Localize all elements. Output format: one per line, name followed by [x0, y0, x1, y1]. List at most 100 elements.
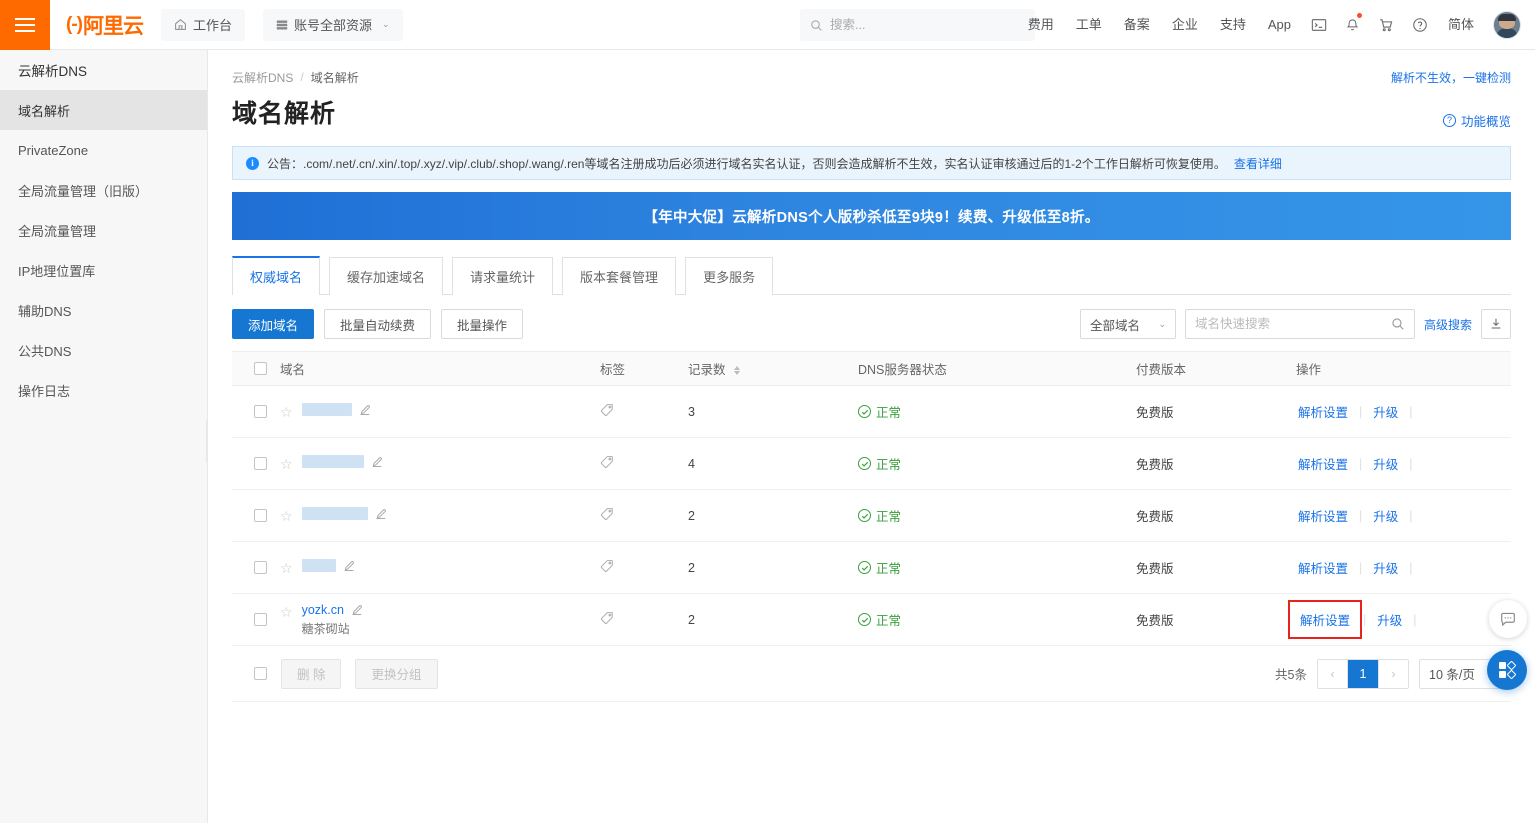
header-records[interactable]: 记录数	[688, 352, 858, 386]
tab-cache-accelerated-domain[interactable]: 缓存加速域名	[329, 257, 443, 295]
title-row: 域名解析 ? 功能概览	[232, 86, 1511, 142]
batch-operation-button[interactable]: 批量操作	[441, 309, 523, 339]
action-divider: |	[1359, 405, 1362, 419]
change-group-button[interactable]: 更换分组	[355, 659, 437, 689]
tab-request-statistics[interactable]: 请求量统计	[452, 257, 553, 295]
row-checkbox[interactable]	[254, 613, 267, 626]
domain-filter-select[interactable]: 全部域名 ⌄	[1080, 309, 1176, 339]
header-right-nav: 费用 工单 备案 企业 支持 App	[1017, 0, 1523, 50]
delete-button[interactable]: 删 除	[281, 659, 341, 689]
row-checkbox[interactable]	[254, 457, 267, 470]
page-size-value: 10 条/页	[1429, 664, 1475, 683]
feature-overview-link[interactable]: ? 功能概览	[1443, 111, 1511, 130]
sidebar-item-ip-geolocation[interactable]: IP地理位置库	[0, 250, 207, 290]
tag-icon[interactable]	[600, 403, 614, 417]
footer-select-all-checkbox[interactable]	[254, 667, 267, 680]
global-search[interactable]	[800, 9, 1035, 41]
app-grid-icon[interactable]	[1487, 650, 1527, 690]
sidebar-item-privatezone[interactable]: PrivateZone	[0, 130, 207, 170]
chat-bubble-icon[interactable]	[1489, 600, 1527, 638]
one-click-detect-link[interactable]: 解析不生效，一键检测	[1391, 69, 1511, 86]
tag-icon[interactable]	[600, 507, 614, 521]
tab-more-services[interactable]: 更多服务	[685, 257, 773, 295]
row-checkbox[interactable]	[254, 509, 267, 522]
resolve-settings-link[interactable]: 解析设置	[1296, 555, 1350, 580]
domain-line	[302, 559, 355, 572]
sidebar-item-domain-resolution[interactable]: 域名解析	[0, 90, 207, 130]
header-link-fee[interactable]: 费用	[1017, 0, 1065, 50]
edit-remark-icon[interactable]	[375, 508, 387, 520]
row-checkbox[interactable]	[254, 561, 267, 574]
header-link-icp[interactable]: 备案	[1113, 0, 1161, 50]
sidebar-item-gtm-legacy[interactable]: 全局流量管理（旧版）	[0, 170, 207, 210]
download-icon[interactable]	[1481, 309, 1511, 339]
upgrade-link[interactable]: 升级	[1371, 555, 1400, 580]
breadcrumb-root[interactable]: 云解析DNS	[232, 69, 293, 86]
resource-selector[interactable]: 账号全部资源 ⌄	[263, 9, 403, 41]
actions-cell: 解析设置|升级|	[1296, 386, 1511, 438]
hamburger-menu-icon[interactable]	[0, 0, 50, 50]
announcement-detail-link[interactable]: 查看详细	[1234, 155, 1282, 172]
tag-icon[interactable]	[600, 559, 614, 573]
resolve-settings-link[interactable]: 解析设置	[1296, 503, 1350, 528]
header-link-enterprise[interactable]: 企业	[1161, 0, 1209, 50]
sidebar-item-operation-log[interactable]: 操作日志	[0, 370, 207, 410]
main-content: 云解析DNS / 域名解析 解析不生效，一键检测 域名解析 ? 功能概览 i 公…	[208, 50, 1535, 823]
resolve-settings-link[interactable]: 解析设置	[1296, 399, 1350, 424]
global-search-input[interactable]	[830, 18, 1025, 32]
upgrade-link[interactable]: 升级	[1371, 451, 1400, 476]
favorite-star-icon[interactable]: ☆	[280, 508, 293, 524]
domain-search-box[interactable]	[1185, 309, 1415, 339]
status-badge: 正常	[858, 558, 1136, 577]
header-link-app[interactable]: App	[1257, 0, 1302, 50]
workbench-button[interactable]: 工作台	[161, 9, 245, 41]
alibaba-cloud-logo[interactable]: (-) 阿里云	[66, 10, 143, 40]
help-icon[interactable]	[1403, 0, 1437, 50]
domain-search-input[interactable]	[1195, 317, 1391, 331]
favorite-star-icon[interactable]: ☆	[280, 456, 293, 472]
page-number-1[interactable]: 1	[1348, 660, 1378, 688]
domain-link[interactable]: yozk.cn	[302, 603, 344, 617]
upgrade-link[interactable]: 升级	[1371, 399, 1400, 424]
edit-remark-icon[interactable]	[359, 404, 371, 416]
tab-version-plan-management[interactable]: 版本套餐管理	[562, 257, 676, 295]
promo-banner[interactable]: 【年中大促】云解析DNS个人版秒杀低至9块9！续费、升级低至8折。	[232, 192, 1511, 240]
add-domain-button[interactable]: 添加域名	[232, 309, 314, 339]
select-all-checkbox[interactable]	[254, 362, 267, 375]
sidebar-item-public-dns[interactable]: 公共DNS	[0, 330, 207, 370]
batch-auto-renew-button[interactable]: 批量自动续费	[324, 309, 431, 339]
sidebar-item-secondary-dns[interactable]: 辅助DNS	[0, 290, 207, 330]
sort-icon[interactable]	[734, 366, 740, 375]
resolve-settings-link[interactable]: 解析设置	[1296, 451, 1350, 476]
edit-remark-icon[interactable]	[371, 456, 383, 468]
header-link-ticket[interactable]: 工单	[1065, 0, 1113, 50]
header-link-support[interactable]: 支持	[1209, 0, 1257, 50]
favorite-star-icon[interactable]: ☆	[280, 560, 293, 576]
upgrade-link[interactable]: 升级	[1375, 607, 1404, 632]
edit-remark-icon[interactable]	[343, 560, 355, 572]
next-page-button[interactable]: ›	[1378, 660, 1408, 688]
favorite-star-icon[interactable]: ☆	[280, 604, 293, 620]
row-checkbox-cell	[232, 386, 280, 438]
cart-icon[interactable]	[1369, 0, 1403, 50]
edit-remark-icon[interactable]	[351, 604, 363, 616]
user-avatar[interactable]	[1493, 11, 1521, 39]
tab-authoritative-domain[interactable]: 权威域名	[232, 256, 320, 295]
bell-icon[interactable]	[1336, 0, 1369, 50]
prev-page-button[interactable]: ‹	[1318, 660, 1348, 688]
terminal-icon[interactable]	[1302, 0, 1336, 50]
records-cell: 2	[688, 542, 858, 594]
sidebar-item-gtm[interactable]: 全局流量管理	[0, 210, 207, 250]
body-wrapper: 云解析DNS 域名解析 PrivateZone 全局流量管理（旧版） 全局流量管…	[0, 50, 1535, 823]
search-icon[interactable]	[1391, 317, 1405, 331]
row-checkbox[interactable]	[254, 405, 267, 418]
upgrade-link[interactable]: 升级	[1371, 503, 1400, 528]
advanced-search-link[interactable]: 高级搜索	[1424, 316, 1472, 333]
resolve-settings-link[interactable]: 解析设置	[1298, 607, 1352, 632]
favorite-star-icon[interactable]: ☆	[280, 404, 293, 420]
records-cell: 4	[688, 438, 858, 490]
tag-icon[interactable]	[600, 611, 614, 625]
language-switch[interactable]: 简体	[1437, 0, 1485, 50]
actions-cell-inner: 解析设置|升级|	[1296, 503, 1511, 528]
tag-icon[interactable]	[600, 455, 614, 469]
